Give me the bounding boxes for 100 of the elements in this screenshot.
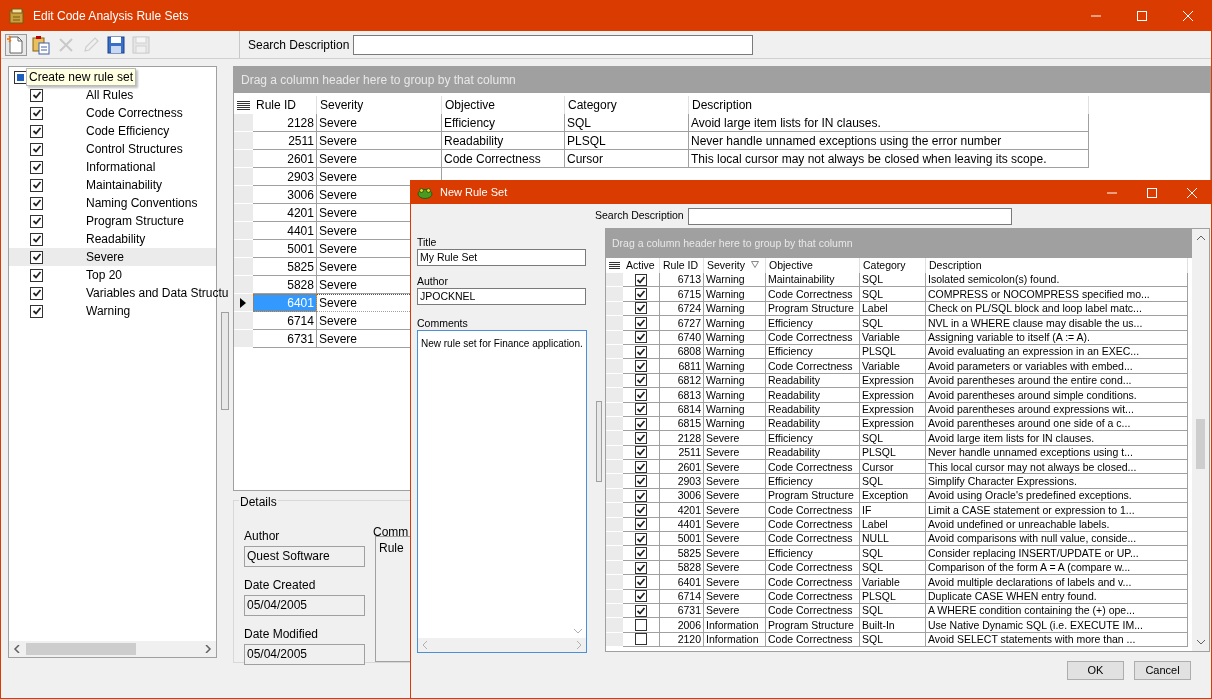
column-header[interactable]: Objective [441, 96, 565, 114]
table-cell: 2601 [252, 150, 317, 168]
checkbox[interactable] [635, 417, 647, 430]
checkbox[interactable] [30, 142, 43, 156]
text-field[interactable]: 05/04/2005 [243, 644, 365, 665]
checkbox[interactable] [635, 403, 647, 416]
checkbox[interactable] [635, 575, 647, 588]
table-cell: Variable [860, 359, 926, 374]
column-header[interactable]: Rule ID [660, 258, 704, 273]
tree-item-label[interactable]: Code Correctness [86, 104, 183, 122]
checkbox[interactable] [635, 316, 647, 329]
table-cell: Code Correctness [766, 575, 860, 590]
tree-item-label[interactable]: Warning [86, 302, 131, 320]
scrollbar[interactable] [1192, 229, 1209, 651]
dialog-button[interactable]: Cancel [1134, 661, 1191, 680]
checkbox[interactable] [30, 178, 43, 192]
column-header[interactable]: Description [926, 258, 1188, 273]
table-cell: 5828 [660, 560, 704, 576]
checkbox[interactable] [30, 196, 43, 210]
checkbox[interactable] [635, 374, 647, 387]
checkbox[interactable] [635, 489, 647, 502]
checkbox[interactable] [30, 304, 43, 318]
table-cell: Code Correctness [766, 359, 860, 374]
checkbox[interactable] [30, 106, 43, 120]
scrollbar-thumb[interactable] [1196, 419, 1205, 469]
checkbox[interactable] [635, 360, 647, 373]
tree-item-label[interactable]: Informational [86, 158, 156, 176]
checkbox[interactable] [635, 302, 647, 315]
checkbox[interactable] [30, 268, 43, 282]
toolbar-button[interactable] [30, 33, 52, 56]
search-field[interactable] [687, 207, 1012, 225]
checkbox[interactable] [635, 604, 647, 617]
tree-item-label[interactable]: Control Structures [86, 140, 183, 158]
table-cell: SQL [860, 273, 926, 288]
checkbox[interactable] [635, 561, 647, 574]
text-field[interactable]: 05/04/2005 [243, 595, 365, 616]
scrollbar-thumb[interactable] [26, 643, 136, 655]
tree-item-label[interactable]: Readability [86, 230, 146, 248]
checkbox[interactable] [635, 432, 647, 444]
comments-field[interactable]: New rule set for Finance application. [417, 330, 587, 653]
checkbox[interactable] [635, 331, 647, 344]
table-cell: Severe [704, 560, 766, 576]
table-cell: Never handle unnamed exceptions using t... [926, 445, 1188, 461]
toolbar-button[interactable] [105, 33, 127, 56]
checkbox[interactable] [30, 286, 43, 300]
checkbox[interactable] [635, 460, 647, 473]
column-header[interactable]: Category [564, 96, 689, 114]
table-cell: SQL [860, 316, 926, 331]
checkbox[interactable] [635, 345, 647, 358]
checkbox[interactable] [635, 619, 647, 632]
list-icon [609, 261, 620, 270]
table-cell: Readability [766, 373, 860, 389]
search-field[interactable] [353, 34, 754, 55]
toolbar-button[interactable] [5, 33, 27, 56]
tree-item-label[interactable]: Naming Conventions [86, 194, 198, 212]
column-header[interactable]: Category [860, 258, 926, 273]
checkbox[interactable] [30, 88, 43, 102]
splitter-handle[interactable] [596, 401, 602, 482]
table-cell: 4201 [252, 204, 317, 222]
tree-item-label[interactable]: Program Structure [86, 212, 185, 230]
checkbox[interactable] [635, 590, 647, 603]
checkbox[interactable] [30, 250, 43, 264]
column-header[interactable]: Description [688, 96, 1089, 114]
text-field[interactable]: Quest Software [243, 546, 365, 567]
checkbox[interactable] [30, 232, 43, 246]
scrollbar[interactable] [9, 641, 216, 657]
table-cell: This local cursor may not always be closed... [926, 460, 1188, 475]
column-header[interactable]: Severity [316, 96, 442, 114]
column-header[interactable]: Severity [704, 258, 766, 273]
selected-row[interactable]: Severe [9, 248, 216, 266]
column-header[interactable]: Rule ID [252, 96, 317, 114]
tree-item-label[interactable]: Code Efficiency [86, 122, 170, 140]
splitter-handle[interactable] [221, 312, 229, 410]
scrollbar[interactable] [418, 638, 586, 652]
column-header[interactable]: Objective [766, 258, 860, 273]
checkbox[interactable] [635, 446, 647, 459]
checkbox[interactable] [30, 160, 43, 174]
checkbox[interactable] [635, 475, 647, 488]
checkbox[interactable] [635, 273, 647, 286]
table-cell: Avoid comparisons with null value, conside... [926, 532, 1188, 547]
checkbox[interactable] [635, 288, 647, 301]
tree-item-label[interactable]: Top 20 [86, 266, 123, 284]
checkbox[interactable] [30, 214, 43, 228]
row-indicator[interactable] [233, 294, 253, 312]
column-header[interactable]: Active [623, 258, 660, 273]
checkbox[interactable] [635, 633, 647, 646]
checkbox[interactable] [635, 518, 647, 531]
checkbox[interactable] [635, 503, 647, 516]
text-field[interactable]: JPOCKNEL [417, 288, 586, 305]
dialog-button[interactable]: OK [1067, 661, 1124, 680]
table-cell: Cursor [860, 460, 926, 475]
tree-item-label[interactable]: Variables and Data Structu [86, 284, 229, 302]
checkbox[interactable] [30, 124, 43, 138]
checkbox[interactable] [635, 388, 647, 401]
checkbox[interactable] [635, 532, 647, 545]
checkbox[interactable] [635, 547, 647, 560]
tree-item-label[interactable]: Maintainability [86, 176, 163, 194]
tree-item-label[interactable]: All Rules [86, 86, 134, 104]
tree-item-label[interactable]: Severe [86, 248, 125, 266]
text-field[interactable]: My Rule Set [417, 249, 586, 266]
